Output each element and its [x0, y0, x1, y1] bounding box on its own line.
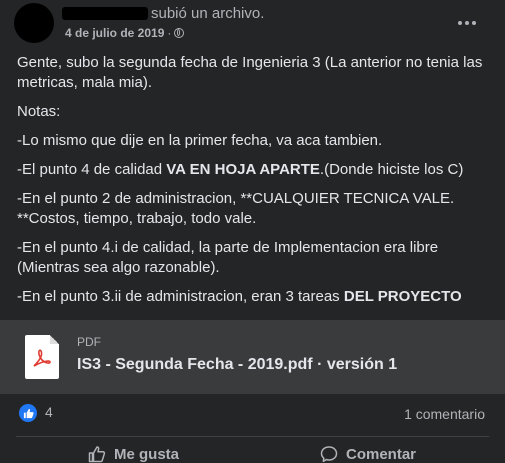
post-body: Gente, subo la segunda fecha de Ingenier… — [17, 53, 492, 316]
like-reaction-icon[interactable] — [19, 404, 37, 422]
post-text: -En el punto 2 de administracion, **CUAL… — [17, 190, 455, 227]
pdf-file-icon — [25, 335, 59, 379]
thumbs-up-icon — [88, 446, 106, 463]
post-card: subió un archivo. 4 de julio de 2019 · G… — [0, 0, 505, 463]
post-text: -El punto 4 de calidad — [17, 161, 167, 178]
like-button-label: Me gusta — [114, 445, 180, 463]
post-meta: 4 de julio de 2019 · — [65, 26, 185, 40]
post-text: .(Donde hiciste los C) — [319, 161, 464, 178]
post-paragraph: -Lo mismo que dije en la primer fecha, v… — [17, 131, 492, 151]
post-paragraph: -El punto 4 de calidad VA EN HOJA APARTE… — [17, 160, 492, 180]
post-paragraph: -En el punto 3.ii de administracion, era… — [17, 287, 492, 307]
author-name-redacted[interactable] — [62, 7, 148, 20]
post-paragraph: Gente, subo la segunda fecha de Ingenier… — [17, 53, 492, 93]
post-paragraph: Notas: — [17, 102, 492, 122]
attachment-type: PDF — [77, 335, 101, 349]
post-text-bold: VA EN HOJA APARTE — [166, 161, 320, 178]
attachment-file-name[interactable]: IS3 - Segunda Fecha - 2019.pdf · versión… — [77, 356, 397, 374]
meta-separator: · — [167, 26, 172, 40]
comment-count[interactable]: 1 comentario — [404, 406, 485, 422]
more-options-button[interactable] — [456, 13, 478, 33]
post-action-text: subió un archivo. — [151, 5, 265, 22]
post-date[interactable]: 4 de julio de 2019 — [65, 26, 164, 40]
like-button[interactable]: Me gusta — [88, 445, 179, 463]
comment-button[interactable]: Comentar — [320, 445, 416, 463]
action-divider — [16, 436, 489, 437]
post-paragraph: -En el punto 2 de administracion, **CUAL… — [17, 189, 492, 229]
post-text-bold: DEL PROYECTO — [343, 288, 462, 305]
post-text: -En el punto 4.i de calidad, la parte de… — [17, 239, 439, 276]
post-text: Notas: — [17, 103, 61, 120]
globe-icon — [174, 28, 185, 38]
post-text: -En el punto 3.ii de administracion, era… — [17, 288, 344, 305]
post-text: Gente, subo la segunda fecha de Ingenier… — [17, 54, 483, 91]
post-text: -Lo mismo que dije en la primer fecha, v… — [17, 132, 383, 149]
author-avatar[interactable] — [14, 3, 54, 43]
more-dots-icon — [458, 21, 462, 25]
comment-icon — [320, 446, 338, 463]
comment-button-label: Comentar — [346, 445, 417, 463]
reaction-count[interactable]: 4 — [45, 404, 53, 420]
post-paragraph: -En el punto 4.i de calidad, la parte de… — [17, 238, 492, 278]
